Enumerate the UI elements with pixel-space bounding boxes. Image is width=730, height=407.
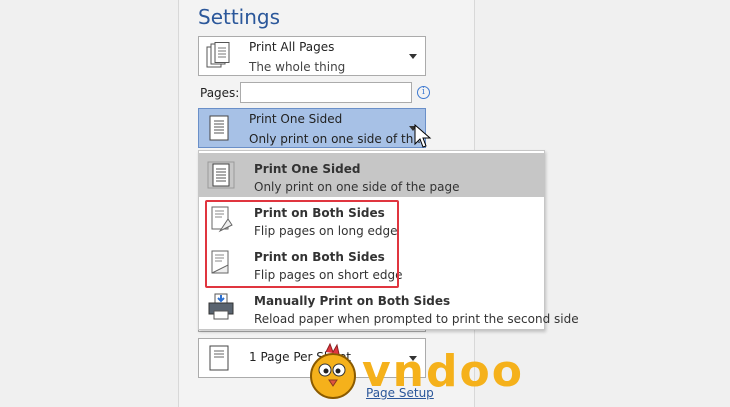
page-setup-link[interactable]: Page Setup bbox=[366, 386, 434, 400]
highlight-box bbox=[205, 200, 399, 288]
print-sides-main-label: Print One Sided bbox=[249, 112, 343, 126]
menu-item-main-label: Print One Sided bbox=[254, 162, 361, 176]
settings-title: Settings bbox=[198, 5, 281, 29]
menu-item-sub-label: Only print on one side of the page bbox=[254, 180, 460, 194]
manual-duplex-icon bbox=[208, 293, 234, 320]
chick-mascot-icon bbox=[310, 342, 356, 399]
left-backstage-area bbox=[0, 0, 179, 407]
menu-item-manual-duplex[interactable]: Manually Print on Both Sides Reload pape… bbox=[199, 285, 579, 329]
info-icon[interactable]: i bbox=[417, 86, 430, 99]
pages-label: Pages: bbox=[200, 86, 240, 100]
single-page-icon bbox=[209, 345, 229, 371]
one-sided-icon bbox=[207, 161, 235, 189]
pages-stack-icon bbox=[206, 42, 230, 68]
print-sides-dropdown[interactable]: Print One Sided Only print on one side o… bbox=[198, 108, 426, 148]
mouse-cursor-icon bbox=[414, 124, 432, 148]
pages-input[interactable] bbox=[240, 82, 412, 103]
menu-item-main-label: Manually Print on Both Sides bbox=[254, 294, 451, 308]
print-pages-dropdown[interactable]: Print All Pages The whole thing bbox=[198, 36, 426, 76]
print-pages-main-label: Print All Pages bbox=[249, 40, 335, 54]
menu-item-sub-label: Reload paper when prompted to print the … bbox=[254, 312, 579, 326]
one-sided-icon bbox=[209, 115, 229, 141]
print-pages-sub-label: The whole thing bbox=[249, 60, 346, 74]
print-sides-sub-label: Only print on one side of th... bbox=[249, 132, 425, 146]
menu-item-print-one-sided[interactable]: Print One Sided Only print on one side o… bbox=[199, 153, 544, 197]
chevron-down-icon bbox=[409, 54, 417, 59]
